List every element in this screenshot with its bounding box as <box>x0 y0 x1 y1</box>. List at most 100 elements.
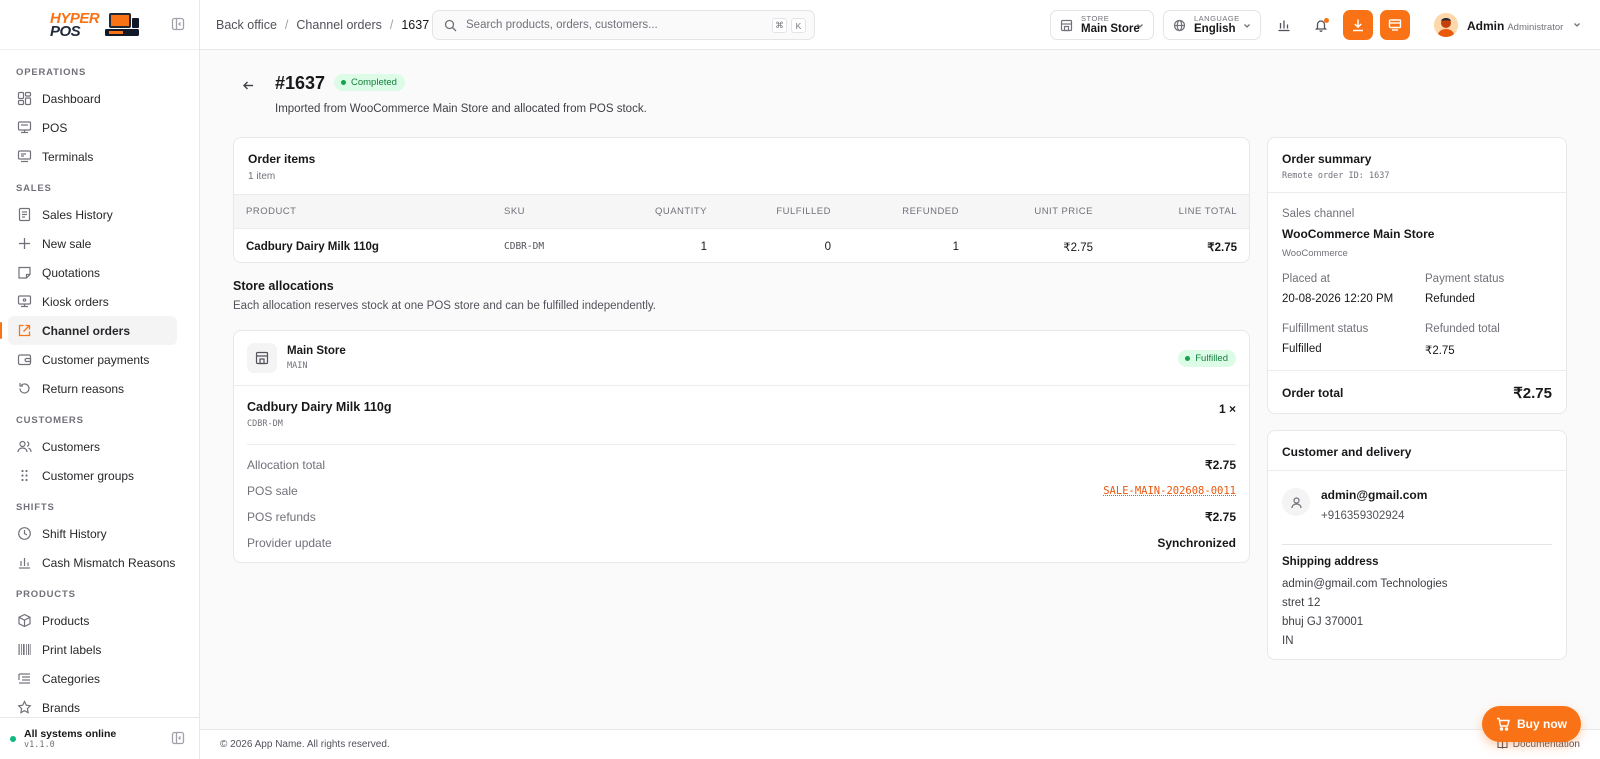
breadcrumb-channel-orders[interactable]: Channel orders <box>296 18 381 32</box>
allocation-row: Provider update Synchronized <box>247 530 1236 556</box>
sidebar-item-label: Sales History <box>42 207 113 222</box>
sidebar-item-cash-mismatch-reasons[interactable]: Cash Mismatch Reasons <box>8 548 177 577</box>
app-version: v1.1.0 <box>24 739 55 750</box>
shortcut-key-k: K <box>791 18 806 33</box>
sidebar-item-shift-history[interactable]: Shift History <box>8 519 177 548</box>
star-icon <box>17 700 32 715</box>
download-button[interactable] <box>1343 10 1373 40</box>
collapse-sidebar-icon[interactable] <box>171 17 185 31</box>
section-title-store-allocations: Store allocations <box>233 279 334 293</box>
nav-section-operations: OPERATIONS <box>16 67 87 78</box>
order-summary-card: Order summary Remote order ID: 1637 Sale… <box>1267 137 1567 414</box>
card-title: Order summary <box>1282 152 1372 166</box>
bar-chart-icon <box>17 555 32 570</box>
dashboard-icon <box>17 91 32 106</box>
sidebar-item-label: New sale <box>42 236 92 251</box>
monitor-icon <box>17 120 32 135</box>
user-icon <box>1282 488 1310 516</box>
store-selector[interactable]: STORE Main Store <box>1050 10 1154 40</box>
column-header-refunded: REFUNDED <box>843 194 971 229</box>
sidebar-item-label: Kiosk orders <box>42 294 109 309</box>
sidebar-item-new-sale[interactable]: New sale <box>8 229 177 258</box>
logo-row: HYPER POS <box>0 0 199 50</box>
sidebar-item-kiosk-orders[interactable]: Kiosk orders <box>8 287 177 316</box>
sidebar-item-terminals[interactable]: Terminals <box>8 142 177 171</box>
sidebar-item-customer-payments[interactable]: Customer payments <box>8 345 177 374</box>
shortcut-key-cmd: ⌘ <box>772 18 787 33</box>
global-search[interactable]: ⌘ K <box>432 10 815 40</box>
clock-icon <box>17 526 32 541</box>
shipping-address: Shipping address admin@gmail.com Technol… <box>1282 556 1448 654</box>
pos-launch-button[interactable] <box>1380 10 1410 40</box>
sidebar-item-brands[interactable]: Brands <box>8 693 177 720</box>
chevron-down-icon <box>1572 20 1582 30</box>
search-input[interactable] <box>466 19 766 31</box>
notifications-button[interactable] <box>1306 10 1336 40</box>
sidebar-item-products[interactable]: Products <box>8 606 177 635</box>
allocation-header: Main Store MAIN Fulfilled <box>234 331 1249 386</box>
sidebar-item-label: Dashboard <box>42 91 101 106</box>
fulfillment-status-label: Fulfillment status <box>1282 323 1369 335</box>
sidebar-item-label: Shift History <box>42 526 107 541</box>
page-footer: © 2026 App Name. All rights reserved. Do… <box>200 729 1600 759</box>
shipping-address-title: Shipping address <box>1282 556 1379 568</box>
bar-chart-icon <box>1277 18 1291 32</box>
terminal-icon <box>17 149 32 164</box>
sidebar-item-return-reasons[interactable]: Return reasons <box>8 374 177 403</box>
sidebar-item-label: Print labels <box>42 642 102 657</box>
allocation-item: Cadbury Dairy Milk 110g CDBR-DM 1 × <box>247 400 1236 445</box>
sidebar-item-dashboard[interactable]: Dashboard <box>8 84 177 113</box>
sidebar: HYPER POS OPERATIONS Dashboard POS Termi… <box>0 0 200 759</box>
card-title: Order items <box>248 152 316 166</box>
page-subtitle: Imported from WooCommerce Main Store and… <box>275 103 647 115</box>
cell-unit-price: ₹2.75 <box>1063 241 1093 254</box>
buy-now-button[interactable]: Buy now <box>1482 706 1581 742</box>
note-icon <box>17 265 32 280</box>
sidebar-item-categories[interactable]: Categories <box>8 664 177 693</box>
allocation-card: Main Store MAIN Fulfilled Cadbury Dairy … <box>233 330 1250 563</box>
sales-channel-label: Sales channel <box>1282 208 1355 220</box>
language-value: English <box>1194 23 1236 35</box>
app-logo[interactable]: HYPER POS <box>50 11 143 39</box>
sidebar-item-label: Customer groups <box>42 468 135 483</box>
status-dot <box>1185 356 1191 361</box>
nav-section-customers: CUSTOMERS <box>16 415 84 426</box>
analytics-button[interactable] <box>1269 10 1299 40</box>
cell-fulfilled: 0 <box>824 240 831 253</box>
arrow-left-icon <box>242 79 255 92</box>
sidebar-item-label: Cash Mismatch Reasons <box>42 555 176 570</box>
sidebar-nav: OPERATIONS Dashboard POS Terminals SALES… <box>0 50 199 720</box>
collapse-panel-icon[interactable] <box>171 731 185 745</box>
status-badge: Completed <box>334 74 405 91</box>
status-dot <box>341 80 346 85</box>
breadcrumb-back-office[interactable]: Back office <box>216 18 277 32</box>
top-header: Back office / Channel orders / 1637 ⌘ K … <box>200 0 1600 50</box>
sidebar-item-channel-orders[interactable]: Channel orders <box>0 316 177 345</box>
cell-quantity: 1 <box>700 240 707 253</box>
allocation-row-value: ₹2.75 <box>1205 510 1236 524</box>
table-row: Cadbury Dairy Milk 110g CDBR-DM 1 0 1 ₹2… <box>234 229 1249 263</box>
pos-sale-link[interactable]: SALE-MAIN-202608-0011 <box>1103 485 1236 497</box>
language-selector[interactable]: LANGUAGE English <box>1163 10 1261 40</box>
user-menu[interactable]: Admin Administrator <box>1434 11 1582 39</box>
store-value: Main Store <box>1081 23 1140 35</box>
sidebar-item-label: POS <box>42 120 68 135</box>
sidebar-item-pos[interactable]: POS <box>8 113 177 142</box>
nav-section-sales: SALES <box>16 183 52 194</box>
cell-sku: CDBR-DM <box>504 241 545 253</box>
sidebar-item-customer-groups[interactable]: Customer groups <box>8 461 177 490</box>
sidebar-item-quotations[interactable]: Quotations <box>8 258 177 287</box>
column-header-product: PRODUCT <box>234 194 492 229</box>
order-total-row: Order total ₹2.75 <box>1268 371 1566 413</box>
sidebar-item-sales-history[interactable]: Sales History <box>8 200 177 229</box>
placed-at-value: 20-08-2026 12:20 PM <box>1282 293 1394 305</box>
allocation-row: POS refunds ₹2.75 <box>247 504 1236 530</box>
sidebar-item-print-labels[interactable]: Print labels <box>8 635 177 664</box>
customer-phone: +916359302924 <box>1321 510 1405 522</box>
back-button[interactable] <box>238 75 258 95</box>
column-header-quantity: QUANTITY <box>612 194 719 229</box>
sidebar-item-customers[interactable]: Customers <box>8 432 177 461</box>
address-line: bhuj GJ 370001 <box>1282 616 1364 628</box>
customer-delivery-card: Customer and delivery admin@gmail.com +9… <box>1267 430 1567 660</box>
search-icon <box>444 19 457 32</box>
